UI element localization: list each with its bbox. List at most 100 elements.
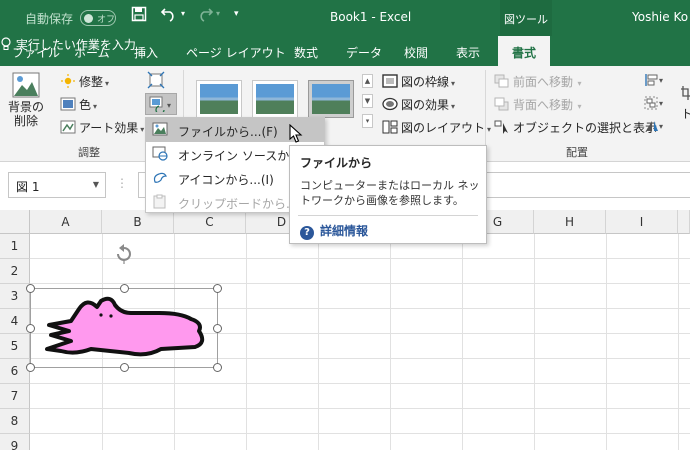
resize-handle[interactable] [213, 284, 222, 293]
tab-home[interactable]: ホーム [74, 44, 110, 61]
corrections-dropdown-icon: ▾ [105, 79, 110, 88]
gridline [30, 383, 690, 384]
resize-handle[interactable] [26, 363, 35, 372]
picture-layout-button[interactable]: 図のレイアウト ▾ [382, 119, 491, 136]
resize-handle[interactable] [213, 363, 222, 372]
corrections-button[interactable]: 修整 ▾ [60, 73, 109, 90]
row-header[interactable]: 9 [0, 434, 30, 450]
bring-forward-button[interactable]: 前面へ移動 ▾ [494, 73, 582, 90]
change-picture-icon [149, 96, 165, 115]
rotate-handle-icon[interactable] [113, 243, 135, 268]
align-button[interactable]: ▾ [644, 73, 666, 90]
tab-page-layout[interactable]: ページ レイアウト [186, 44, 286, 61]
group-objects-button[interactable]: ▾ [644, 96, 666, 113]
row-header[interactable]: 1 [0, 234, 30, 259]
picture-style-1[interactable] [196, 80, 242, 118]
artistic-effects-button[interactable]: アート効果 ▾ [60, 119, 144, 136]
title-bar: 自動保存 オフ ▾ ▾ ▾ Book1 - Excel 図ツール Yoshie … [0, 0, 690, 36]
crop-button[interactable]: ト [681, 86, 690, 122]
mouse-cursor-icon [289, 123, 303, 147]
row-header[interactable]: 6 [0, 359, 30, 384]
save-icon[interactable] [131, 6, 147, 26]
artistic-effects-dropdown-icon: ▾ [140, 125, 145, 134]
selected-picture[interactable] [26, 284, 222, 372]
tab-data[interactable]: データ [346, 44, 382, 61]
column-header[interactable]: I [606, 210, 678, 234]
resize-handle[interactable] [120, 363, 129, 372]
tab-formulas[interactable]: 数式 [294, 44, 318, 61]
row-header[interactable]: 2 [0, 259, 30, 284]
user-name[interactable]: Yoshie Ko [632, 10, 688, 24]
picture-effects-dropdown-icon: ▾ [451, 102, 456, 111]
column-header[interactable] [678, 210, 690, 234]
gridline [318, 234, 319, 450]
artistic-effects-icon [60, 120, 76, 134]
ribbon-tabs: ファイル ホーム 挿入 ページ レイアウト 数式 データ 校閲 表示 書式 実行… [0, 36, 690, 66]
send-backward-button[interactable]: 背面へ移動 ▾ [494, 96, 582, 113]
tab-file[interactable]: ファイル [12, 44, 60, 61]
selection-pane-button[interactable]: オブジェクトの選択と表示 [494, 119, 657, 136]
redo-icon[interactable] [196, 6, 214, 26]
picture-style-2[interactable] [252, 80, 298, 118]
picture-border-label: 図の枠線 [401, 75, 450, 89]
tab-format[interactable]: 書式 [498, 36, 551, 66]
resize-handle[interactable] [213, 324, 222, 333]
rotate-icon: ▾ [644, 121, 666, 136]
picture-style-3[interactable] [308, 80, 354, 118]
row-header[interactable]: 7 [0, 384, 30, 409]
color-label: 色 [79, 98, 92, 112]
align-icon: ▾ [644, 74, 666, 90]
picture-effects-button[interactable]: 図の効果 ▾ [382, 96, 455, 113]
undo-dropdown-icon[interactable]: ▾ [181, 9, 185, 18]
compress-pictures-button[interactable] [147, 71, 165, 92]
menu-item-label: アイコンから...(I) [178, 173, 274, 187]
gridline [30, 283, 690, 284]
column-header[interactable]: H [534, 210, 606, 234]
picture-tools-context-label: 図ツール [500, 0, 552, 36]
gridline [534, 234, 535, 450]
tooltip-help-link[interactable]: ? 詳細情報 [300, 222, 368, 240]
help-icon: ? [300, 226, 314, 240]
gallery-scroll-up-icon[interactable]: ▲ [362, 74, 373, 88]
name-box-dropdown-icon[interactable]: ▼ [93, 180, 99, 189]
send-backward-icon [494, 97, 510, 111]
picture-border-icon [382, 74, 398, 88]
send-backward-label: 背面へ移動 [513, 98, 574, 112]
gridline [30, 433, 690, 434]
online-picture-icon [152, 146, 168, 161]
row-header[interactable]: 5 [0, 334, 30, 359]
resize-handle[interactable] [26, 324, 35, 333]
row-header[interactable]: 8 [0, 409, 30, 434]
tab-review[interactable]: 校閲 [404, 44, 428, 61]
redo-dropdown-icon[interactable]: ▾ [216, 9, 220, 18]
menu-item-label: ファイルから...(F) [178, 125, 278, 139]
remove-background-label-2: 削除 [13, 114, 38, 128]
column-header[interactable]: A [30, 210, 102, 234]
change-picture-button[interactable]: ▾ [145, 93, 177, 115]
color-button[interactable]: 色 ▾ [60, 96, 97, 113]
customize-quick-access-icon[interactable]: ▾ [234, 9, 239, 19]
gallery-scroll-down-icon[interactable]: ▼ [362, 94, 373, 108]
name-box[interactable]: 図 1 ▼ [8, 172, 106, 198]
gridline [606, 234, 607, 450]
select-all-corner[interactable] [0, 210, 30, 234]
picture-border-button[interactable]: 図の枠線 ▾ [382, 73, 455, 90]
picture-effects-label: 図の効果 [401, 98, 450, 112]
autosave-state: オフ [97, 15, 116, 25]
tab-view[interactable]: 表示 [456, 44, 480, 61]
autosave-label: 自動保存 [25, 12, 74, 26]
gallery-more-icon[interactable]: ▾ [362, 114, 373, 128]
help-link-text: 詳細情報 [320, 224, 369, 238]
rotate-button[interactable]: ▾ [644, 119, 666, 136]
remove-background-button[interactable]: 背景の 削除 [8, 72, 44, 128]
tab-insert[interactable]: 挿入 [134, 44, 158, 61]
excel-window: 自動保存 オフ ▾ ▾ ▾ Book1 - Excel 図ツール Yoshie … [0, 0, 690, 450]
resize-handle[interactable] [120, 284, 129, 293]
screen-tip: ファイルから コンピューターまたはローカル ネットワークから画像を参照します。 … [289, 145, 487, 244]
resize-handle[interactable] [26, 284, 35, 293]
undo-icon[interactable] [160, 6, 178, 26]
group-objects-icon: ▾ [644, 96, 666, 113]
autosave-toggle[interactable]: オフ [80, 10, 116, 26]
svg-text:▾: ▾ [659, 76, 663, 85]
document-title: Book1 - Excel [330, 10, 412, 24]
